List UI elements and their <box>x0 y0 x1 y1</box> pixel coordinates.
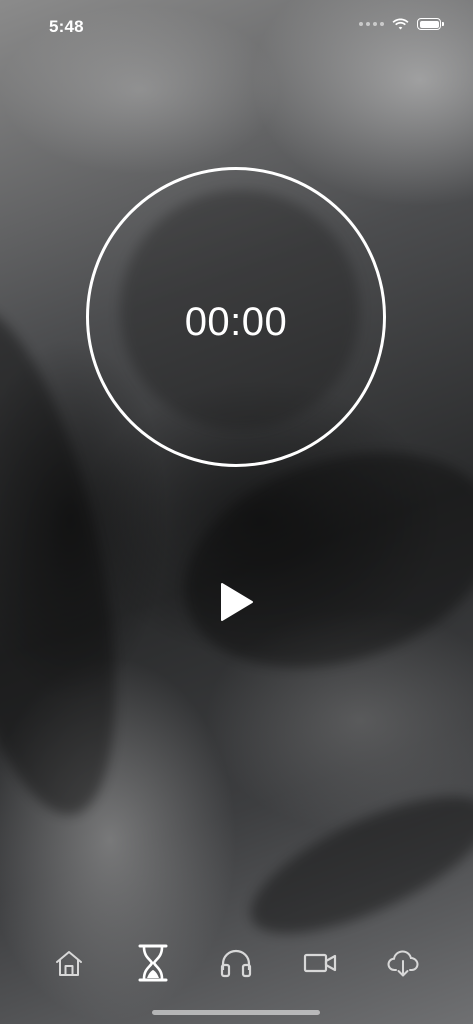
tab-home[interactable] <box>44 938 94 988</box>
cellular-signal-icon <box>359 22 384 26</box>
home-indicator[interactable] <box>152 1010 320 1015</box>
video-camera-icon <box>303 953 337 973</box>
home-icon <box>56 951 82 976</box>
tab-audio[interactable] <box>211 938 261 988</box>
status-icons <box>359 18 444 30</box>
timer-ring: 00:00 <box>86 167 386 467</box>
wifi-icon <box>392 18 409 30</box>
tab-bar <box>0 938 473 988</box>
app-screen: 5:48 00:00 <box>0 0 473 1024</box>
headphones-icon <box>220 949 252 978</box>
status-time: 5:48 <box>49 17 84 36</box>
play-button[interactable] <box>212 578 260 626</box>
status-bar: 5:48 <box>0 0 473 54</box>
timer-display: 00:00 <box>184 299 288 344</box>
tab-timer[interactable] <box>128 938 178 988</box>
battery-icon <box>417 18 444 30</box>
play-icon <box>221 583 253 621</box>
tab-video[interactable] <box>295 938 345 988</box>
cloud-download-icon <box>387 950 419 977</box>
background-shadow <box>233 769 473 961</box>
hourglass-icon <box>138 944 168 982</box>
tab-downloads[interactable] <box>378 938 428 988</box>
